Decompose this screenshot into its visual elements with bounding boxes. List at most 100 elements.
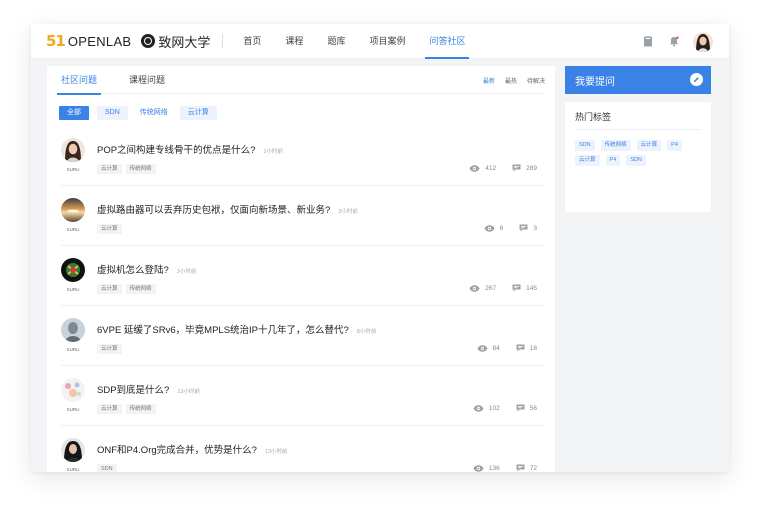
hot-tag[interactable]: 传统网络 — [600, 140, 631, 151]
view-count: 136 — [473, 465, 500, 472]
eye-icon — [484, 224, 495, 232]
question-time: 8小时前 — [356, 329, 377, 335]
eye-icon — [469, 164, 480, 172]
hot-tags-list: SDN 传统网络 云计算 P4 云计算 P4 SDN — [575, 136, 701, 166]
question-title[interactable]: 虚拟路由器可以丢弃历史包袱，仅面向新场景、新业务? 3小时前 — [97, 202, 358, 216]
sort-unsolved[interactable]: 待解决 — [527, 76, 545, 85]
hot-tag[interactable]: 云计算 — [575, 155, 600, 166]
nav-item-qa-community[interactable]: 问答社区 — [419, 24, 475, 59]
question-item[interactable]: XURU ONF和P4.Org完成合并，优势是什么? 13小时前 SDN 136 … — [61, 426, 545, 472]
view-count: 412 — [469, 165, 496, 172]
comment-count: 3 — [519, 224, 537, 232]
nav-item-courses[interactable]: 课程 — [275, 24, 313, 59]
hot-tag[interactable]: SDN — [626, 155, 646, 166]
avatar[interactable] — [61, 438, 85, 462]
nav-item-projects[interactable]: 项目案例 — [359, 24, 415, 59]
sort-hottest[interactable]: 最热 — [505, 76, 517, 85]
comment-count: 56 — [516, 404, 537, 412]
comment-count: 72 — [516, 464, 537, 472]
comment-count: 18 — [516, 344, 537, 352]
avatar[interactable] — [61, 318, 85, 342]
sort-latest[interactable]: 最新 — [483, 76, 495, 85]
question-stats: 84 18 — [461, 344, 537, 352]
question-item[interactable]: XURU 虚拟路由器可以丢弃历史包袱，仅面向新场景、新业务? 3小时前 云计算 6… — [61, 186, 545, 246]
question-time: 3小时前 — [338, 209, 358, 215]
question-tag[interactable]: 云计算 — [97, 344, 122, 354]
avatar[interactable] — [61, 378, 85, 402]
comment-count: 289 — [512, 164, 537, 172]
username: XURU — [66, 407, 80, 412]
user-avatar[interactable] — [693, 31, 713, 52]
top-navbar: 51 OPENLAB 致网大学 首页 课程 题库 项目案例 问答社区 — [31, 24, 729, 59]
question-stats: 267 145 — [453, 284, 537, 292]
university-logo[interactable]: 致网大学 — [141, 32, 210, 51]
filter-traditional-network[interactable]: 传统网络 — [136, 106, 172, 120]
top-actions — [635, 24, 713, 59]
view-count: 267 — [469, 285, 496, 292]
university-name: 致网大学 — [158, 35, 211, 51]
question-tag[interactable]: SDN — [97, 464, 117, 472]
question-stats: 412 289 — [453, 164, 537, 172]
view-count: 84 — [477, 345, 500, 352]
question-title[interactable]: 虚拟机怎么登陆? 3小时前 — [97, 262, 196, 276]
comment-icon — [512, 164, 521, 172]
question-item[interactable]: XURU 虚拟机怎么登陆? 3小时前 云计算 传统网络 267 145 — [61, 246, 545, 306]
eye-icon — [477, 344, 488, 352]
question-title[interactable]: POP之间构建专线骨干的优点是什么? 1小时前 — [97, 142, 283, 156]
question-tags: 云计算 传统网络 — [97, 284, 160, 294]
comment-icon — [516, 404, 525, 412]
question-tag[interactable]: 云计算 — [97, 164, 122, 174]
view-count: 6 — [484, 224, 503, 232]
question-item[interactable]: XURU POP之间构建专线骨干的优点是什么? 1小时前 云计算 传统网络 412… — [61, 126, 545, 186]
nav-item-question-bank[interactable]: 题库 — [317, 24, 355, 59]
filter-sdn[interactable]: SDN — [97, 106, 128, 120]
question-time: 13小时前 — [177, 389, 200, 395]
question-tag[interactable]: 传统网络 — [125, 164, 156, 174]
question-title[interactable]: 6VPE 延缓了SRv6，毕竟MPLS统治IP十几年了，怎么替代? 8小时前 — [97, 322, 376, 336]
avatar[interactable] — [61, 138, 85, 162]
openlab-logo[interactable]: 51 OPENLAB — [46, 32, 131, 50]
eye-icon — [469, 284, 480, 292]
nav-item-home[interactable]: 首页 — [233, 24, 271, 59]
username: XURU — [66, 287, 80, 292]
hot-tag[interactable]: P4 — [605, 155, 621, 166]
comment-count: 145 — [512, 284, 537, 292]
question-tag[interactable]: 云计算 — [97, 404, 122, 414]
comment-icon — [519, 224, 528, 232]
main-nav: 首页 课程 题库 项目案例 问答社区 — [233, 24, 479, 59]
avatar[interactable] — [61, 198, 85, 222]
pencil-icon — [690, 73, 703, 86]
question-tag[interactable]: 传统网络 — [125, 284, 156, 294]
hot-tag[interactable]: 云计算 — [636, 140, 662, 151]
filter-cloud-computing[interactable]: 云计算 — [179, 106, 217, 120]
question-tag[interactable]: 传统网络 — [125, 404, 156, 414]
app-window: 51 OPENLAB 致网大学 首页 课程 题库 项目案例 问答社区 社区问题 … — [31, 24, 729, 472]
question-stats: 136 72 — [457, 464, 537, 472]
eye-icon — [473, 404, 484, 412]
question-panel: 社区问题 课程问题 最新 最热 待解决 全部 SDN 传统网络 云计算 XURU… — [47, 66, 555, 472]
question-item[interactable]: XURU SDP到底是什么? 13小时前 云计算 传统网络 102 56 — [61, 366, 545, 426]
avatar[interactable] — [61, 258, 85, 282]
question-time: 3小时前 — [176, 269, 197, 275]
tab-course-questions[interactable]: 课程问题 — [125, 66, 169, 94]
view-count: 102 — [473, 405, 500, 412]
question-tags: 云计算 — [97, 344, 126, 354]
question-tag[interactable]: 云计算 — [97, 284, 122, 294]
hot-tag[interactable]: SDN — [575, 140, 595, 151]
university-seal-icon — [141, 34, 156, 48]
ask-question-label: 我要提问 — [575, 76, 615, 88]
question-stats: 6 3 — [468, 224, 537, 232]
question-tags: 云计算 传统网络 — [97, 164, 160, 174]
question-tag[interactable]: 云计算 — [97, 224, 122, 234]
bell-icon[interactable] — [661, 24, 687, 59]
tab-community-questions[interactable]: 社区问题 — [57, 66, 102, 95]
hot-tags-panel: 热门标签 SDN 传统网络 云计算 P4 云计算 P4 SDN — [565, 102, 711, 212]
question-title[interactable]: ONF和P4.Org完成合并，优势是什么? 13小时前 — [97, 442, 288, 456]
question-title[interactable]: SDP到底是什么? 13小时前 — [97, 382, 200, 396]
question-list: XURU POP之间构建专线骨干的优点是什么? 1小时前 云计算 传统网络 412… — [61, 126, 545, 472]
filter-all[interactable]: 全部 — [59, 106, 89, 120]
book-icon[interactable] — [635, 24, 661, 59]
question-item[interactable]: XURU 6VPE 延缓了SRv6，毕竟MPLS统治IP十几年了，怎么替代? 8小… — [61, 306, 545, 366]
hot-tag[interactable]: P4 — [667, 140, 682, 151]
ask-question-button[interactable]: 我要提问 — [565, 66, 711, 94]
